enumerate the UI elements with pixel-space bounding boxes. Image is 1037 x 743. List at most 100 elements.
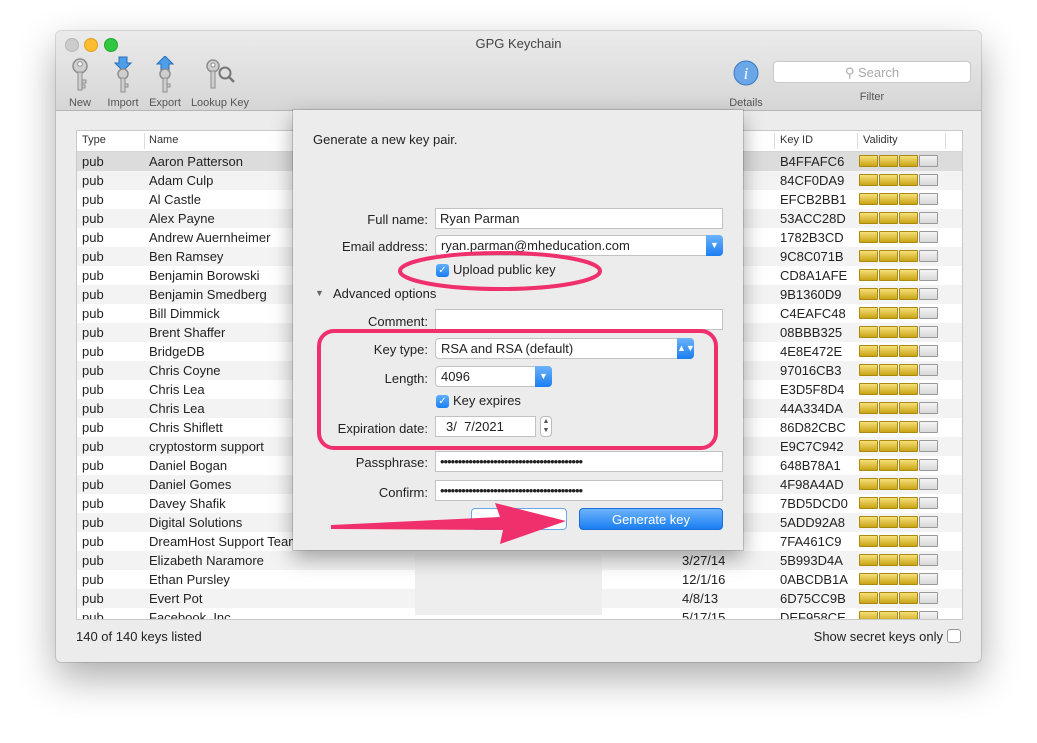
key-name-cell: Brent Shaffer (149, 325, 226, 340)
key-id-cell: 4F98A4AD (780, 477, 844, 492)
key-expires-checkbox[interactable]: ✓ (436, 395, 449, 408)
validity-segment (899, 345, 918, 357)
column-type[interactable]: Type (82, 134, 106, 146)
validity-segment (879, 402, 898, 414)
show-secret-keys-checkbox[interactable] (947, 629, 961, 643)
email-combobox[interactable]: ryan.parman@mheducation.com ▼ (435, 235, 723, 256)
validity-bar (859, 193, 943, 206)
key-id-cell: 4E8E472E (780, 344, 843, 359)
new-key-button[interactable]: New (66, 56, 94, 109)
key-name-cell: Chris Coyne (149, 363, 221, 378)
key-id-cell: C4EAFC48 (780, 306, 846, 321)
key-expires-label: Key expires (453, 393, 521, 408)
validity-segment (899, 554, 918, 566)
key-icon (72, 58, 88, 91)
validity-segment (879, 326, 898, 338)
generate-key-button[interactable]: Generate key (579, 508, 723, 530)
chevron-down-icon[interactable]: ▼ (706, 235, 723, 256)
validity-bar (859, 250, 943, 263)
key-id-cell: 9B1360D9 (780, 287, 842, 302)
full-name-field[interactable]: Ryan Parman (435, 208, 723, 229)
passphrase-field[interactable]: •••••••••••••••••••••••••••••••••••••••• (435, 451, 723, 472)
key-id-cell: EFCB2BB1 (780, 192, 847, 207)
key-date-cell: 4/8/13 (682, 591, 719, 606)
key-type-select[interactable]: RSA and RSA (default) ▲▼ (435, 338, 695, 359)
confirm-passphrase-field[interactable]: •••••••••••••••••••••••••••••••••••••••• (435, 480, 723, 501)
email-label: Email address: (342, 239, 428, 254)
validity-segment (919, 288, 938, 300)
validity-segment (899, 364, 918, 376)
column-key-id[interactable]: Key ID (780, 134, 813, 146)
validity-segment (899, 383, 918, 395)
validity-segment (879, 307, 898, 319)
key-name-cell: Daniel Bogan (149, 458, 228, 473)
expiration-date-stepper[interactable]: ▲ ▼ (540, 416, 552, 437)
column-name[interactable]: Name (149, 134, 178, 146)
validity-bar (859, 573, 943, 586)
validity-segment (859, 402, 878, 414)
export-button[interactable]: Export (146, 56, 184, 109)
key-name-cell: Ethan Pursley (149, 572, 230, 587)
key-id-cell: CD8A1AFE (780, 268, 848, 283)
key-type-cell: pub (82, 154, 104, 169)
key-name-cell: Andrew Auernheimer (149, 230, 271, 245)
key-name-cell: Chris Lea (149, 382, 205, 397)
validity-bar (859, 231, 943, 244)
expiration-date-field[interactable]: 3/ 7/2021 (435, 416, 536, 437)
lookup-key-button[interactable]: Lookup Key (190, 56, 250, 109)
validity-segment (859, 212, 878, 224)
comment-field[interactable] (435, 309, 723, 330)
key-type-cell: pub (82, 572, 104, 587)
key-id-cell: 84CF0DA9 (780, 173, 845, 188)
validity-segment (899, 421, 918, 433)
validity-segment (919, 421, 938, 433)
validity-segment (859, 193, 878, 205)
key-id-cell: 7FA461C9 (780, 534, 842, 549)
validity-segment (919, 535, 938, 547)
filter-label: Filter (859, 91, 885, 103)
details-button[interactable]: i Details (728, 56, 764, 109)
chevron-down-icon[interactable]: ▼ (535, 366, 552, 387)
advanced-options-label[interactable]: Advanced options (333, 286, 436, 301)
lookup-key-icon (206, 59, 235, 89)
key-name-cell: Alex Payne (149, 211, 215, 226)
validity-segment (899, 497, 918, 509)
key-name-cell: Facebook, Inc. (149, 610, 235, 620)
validity-segment (879, 535, 898, 547)
validity-segment (859, 326, 878, 338)
blank-area (415, 554, 602, 615)
validity-segment (919, 478, 938, 490)
length-value: 4096 (441, 369, 470, 384)
import-button[interactable]: Import (104, 56, 142, 109)
disclosure-triangle-icon[interactable]: ▼ (315, 288, 324, 298)
key-id-cell: 5B993D4A (780, 553, 843, 568)
validity-bar (859, 383, 943, 396)
show-secret-keys-option[interactable]: Show secret keys only (814, 629, 961, 644)
validity-bar (859, 288, 943, 301)
validity-segment (919, 307, 938, 319)
email-value: ryan.parman@mheducation.com (441, 238, 630, 253)
validity-segment (919, 459, 938, 471)
key-id-cell: 97016CB3 (780, 363, 842, 378)
validity-segment (879, 383, 898, 395)
cancel-button[interactable] (471, 508, 567, 530)
validity-bar (859, 440, 943, 453)
validity-segment (899, 193, 918, 205)
validity-segment (859, 478, 878, 490)
search-field[interactable]: ⚲ Search (773, 61, 971, 83)
key-name-cell: Aaron Patterson (149, 154, 243, 169)
length-combobox[interactable]: 4096 ▼ (435, 366, 552, 387)
validity-segment (899, 250, 918, 262)
key-type-cell: pub (82, 496, 104, 511)
validity-segment (899, 155, 918, 167)
validity-segment (899, 440, 918, 452)
validity-segment (879, 459, 898, 471)
upload-public-key-checkbox[interactable]: ✓ (436, 264, 449, 277)
key-type-cell: pub (82, 230, 104, 245)
passphrase-label: Passphrase: (355, 455, 428, 470)
validity-segment (919, 193, 938, 205)
validity-bar (859, 269, 943, 282)
validity-segment (899, 269, 918, 281)
key-type-cell: pub (82, 211, 104, 226)
column-validity[interactable]: Validity (863, 134, 898, 146)
